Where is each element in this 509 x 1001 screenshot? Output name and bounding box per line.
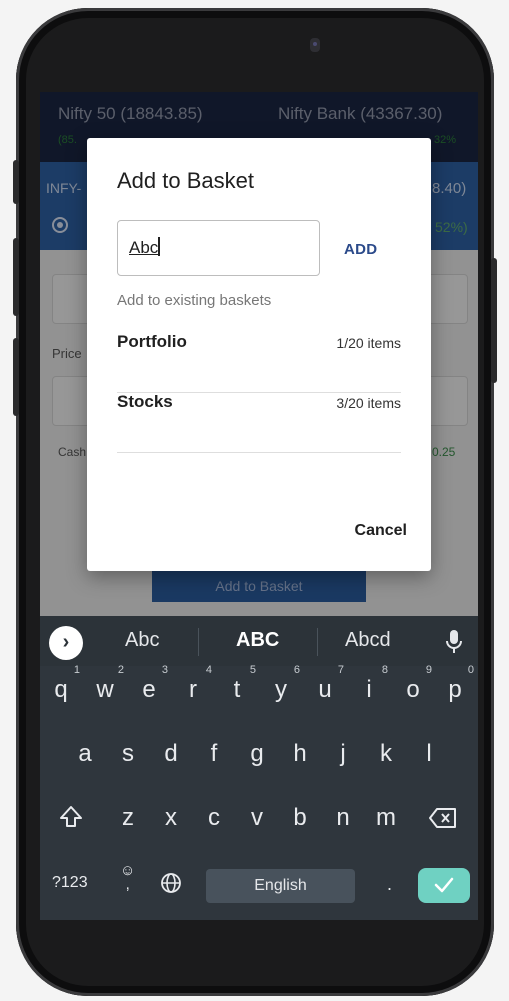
- add-to-basket-dialog: Add to Basket Abc ADD Add to existing ba…: [87, 138, 431, 571]
- volume-up-button: [13, 238, 19, 316]
- key-x[interactable]: x: [156, 804, 186, 832]
- basket-name-value: Abc: [129, 238, 159, 257]
- basket-name: Portfolio: [117, 332, 187, 351]
- emoji-icon[interactable]: ☺,: [120, 863, 135, 892]
- key-v[interactable]: v: [242, 804, 272, 832]
- key-m[interactable]: m: [371, 804, 401, 832]
- screen: Nifty 50 (18843.85) Nifty Bank (43367.30…: [40, 92, 478, 920]
- symbols-key[interactable]: ?123: [52, 874, 88, 892]
- basket-count: 1/20 items: [336, 335, 401, 351]
- key-j[interactable]: j: [328, 740, 358, 768]
- cancel-button[interactable]: Cancel: [355, 522, 407, 540]
- key-f[interactable]: f: [199, 740, 229, 768]
- volume-down-button: [13, 338, 19, 416]
- key-o[interactable]: o9: [398, 664, 432, 704]
- basket-name: Stocks: [117, 392, 173, 411]
- key-c[interactable]: c: [199, 804, 229, 832]
- key-s[interactable]: s: [113, 740, 143, 768]
- key-h[interactable]: h: [285, 740, 315, 768]
- key-row-1: q1 w2 e3 r4 t5 y6 u7 i8 o9 p0: [40, 664, 478, 716]
- key-row-2: a s d f g h j k l: [40, 740, 478, 780]
- chevron-right-icon[interactable]: ›: [49, 626, 83, 660]
- keyboard: › Abc ABC Abcd q1 w2 e3 r4 t5 y6 u7 i8 o…: [40, 616, 478, 920]
- key-d[interactable]: d: [156, 740, 186, 768]
- key-n[interactable]: n: [328, 804, 358, 832]
- key-row-3: z x c v b n m: [40, 804, 478, 844]
- key-i[interactable]: i8: [354, 664, 388, 704]
- power-button: [491, 258, 497, 383]
- suggestion-2[interactable]: ABC: [236, 629, 279, 652]
- key-r[interactable]: r4: [178, 664, 212, 704]
- key-e[interactable]: e3: [134, 664, 168, 704]
- key-g[interactable]: g: [242, 740, 272, 768]
- basket-name-input[interactable]: Abc: [117, 220, 320, 276]
- suggestion-1[interactable]: Abc: [125, 629, 159, 652]
- key-l[interactable]: l: [414, 740, 444, 768]
- key-a[interactable]: a: [70, 740, 100, 768]
- globe-icon[interactable]: [160, 872, 182, 899]
- suggestion-divider: [198, 628, 199, 656]
- period-key[interactable]: .: [387, 874, 392, 895]
- suggestion-bar: › Abc ABC Abcd: [40, 616, 478, 666]
- shift-icon[interactable]: [58, 804, 84, 835]
- key-w[interactable]: w2: [90, 664, 124, 704]
- key-u[interactable]: u7: [310, 664, 344, 704]
- front-camera-icon: [310, 38, 320, 52]
- enter-check-icon[interactable]: [418, 868, 470, 903]
- suggestion-3[interactable]: Abcd: [345, 629, 391, 652]
- space-key[interactable]: English: [206, 869, 355, 903]
- dialog-title: Add to Basket: [117, 168, 254, 193]
- key-k[interactable]: k: [371, 740, 401, 768]
- key-y[interactable]: y6: [266, 664, 300, 704]
- existing-baskets-label: Add to existing baskets: [117, 292, 272, 309]
- key-q[interactable]: q1: [46, 664, 80, 704]
- key-t[interactable]: t5: [222, 664, 256, 704]
- basket-count: 3/20 items: [336, 395, 401, 411]
- microphone-icon[interactable]: [442, 628, 466, 656]
- backspace-icon[interactable]: [428, 806, 458, 835]
- key-z[interactable]: z: [113, 804, 143, 832]
- side-button: [13, 160, 19, 204]
- key-p[interactable]: p0: [440, 664, 474, 704]
- text-cursor: [158, 237, 161, 256]
- basket-row-portfolio[interactable]: Portfolio 1/20 items: [117, 332, 401, 393]
- suggestion-divider: [317, 628, 318, 656]
- basket-row-stocks[interactable]: Stocks 3/20 items: [117, 392, 401, 453]
- add-button[interactable]: ADD: [344, 241, 377, 258]
- key-b[interactable]: b: [285, 804, 315, 832]
